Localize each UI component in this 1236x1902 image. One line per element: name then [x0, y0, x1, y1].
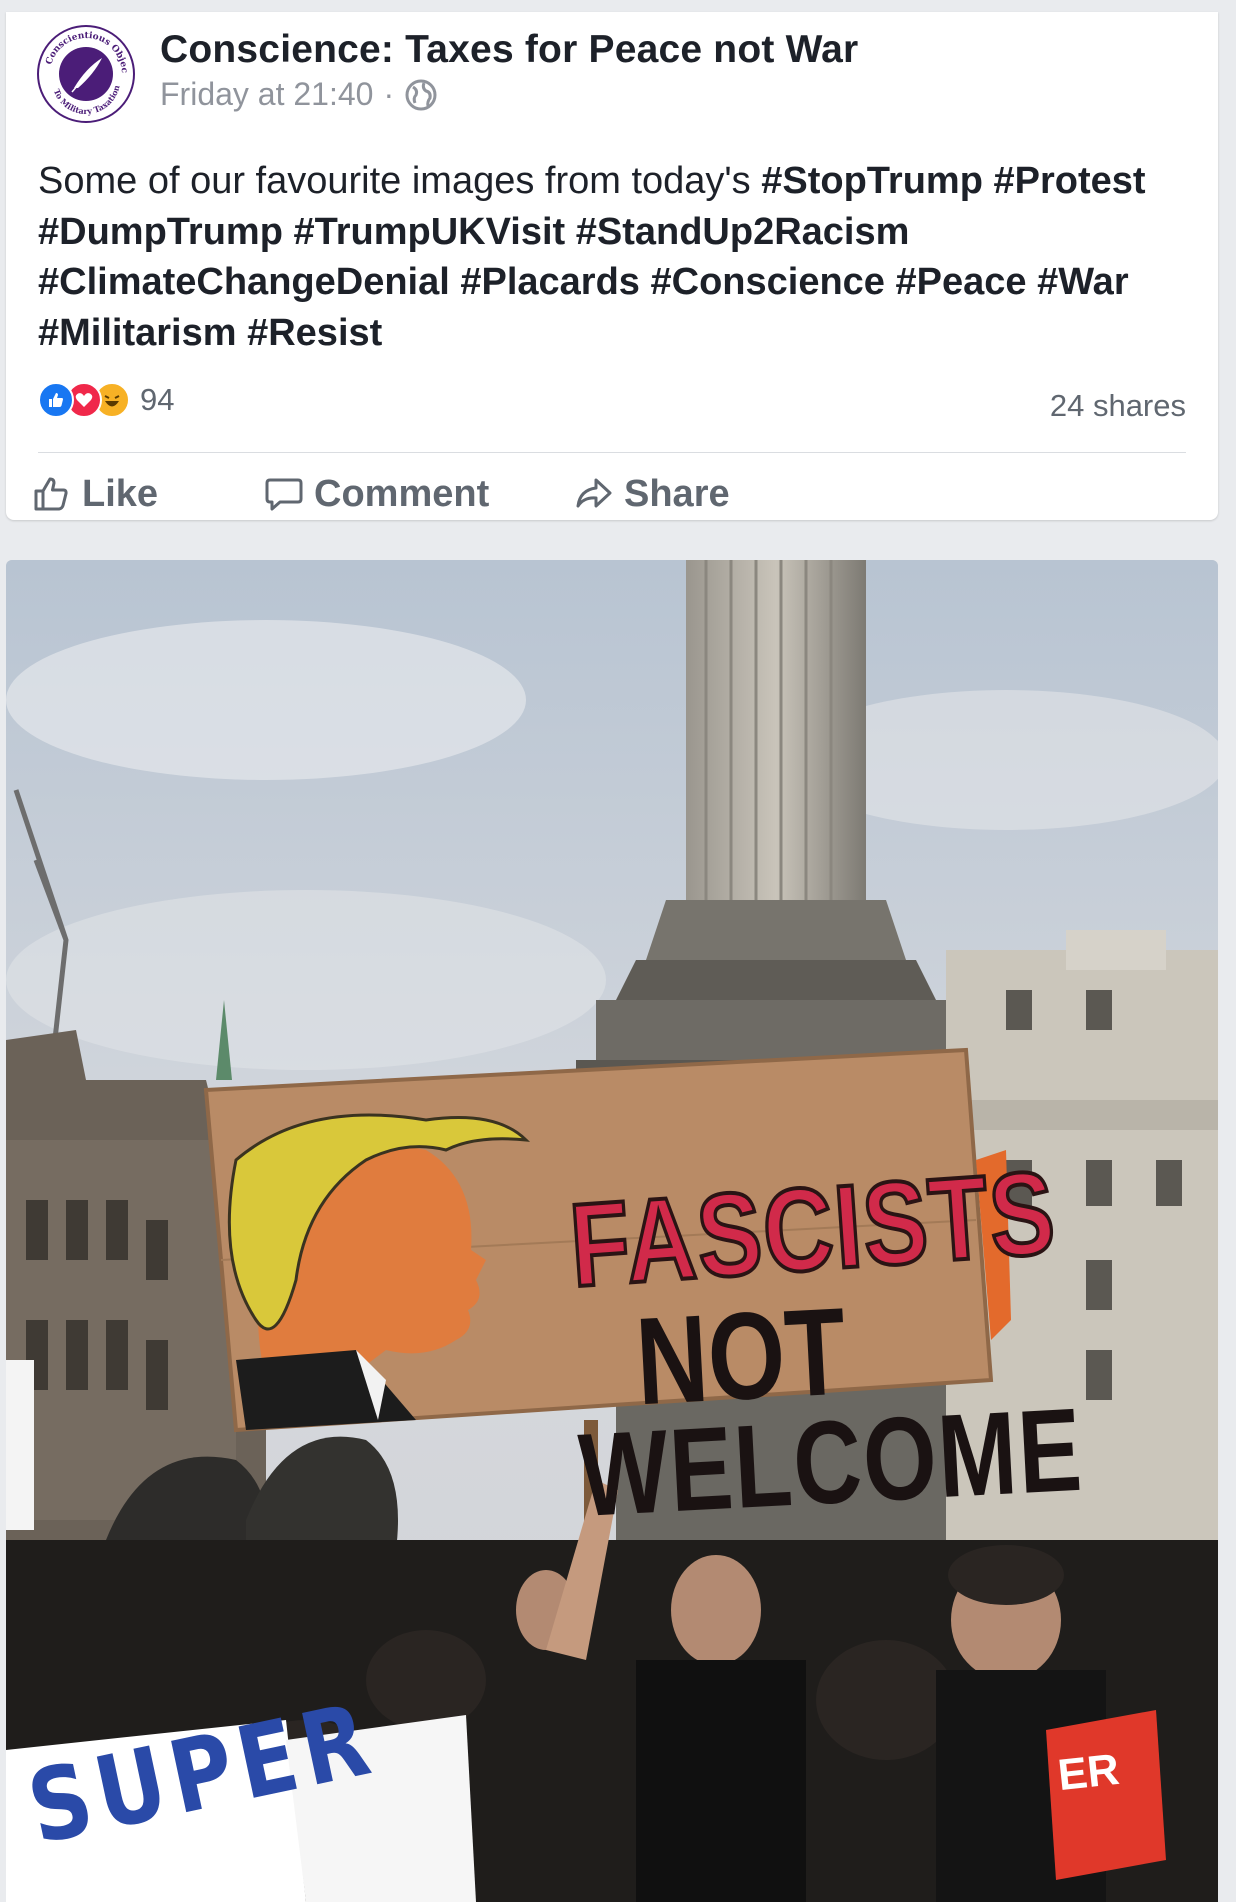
post-timestamp[interactable]: Friday at 21:40	[160, 76, 373, 113]
banner-text: ER	[1055, 1744, 1122, 1801]
share-arrow-icon	[576, 478, 612, 508]
comment-label: Comment	[314, 472, 490, 515]
hashtag-link[interactable]: #StandUp2Racism	[576, 211, 910, 253]
post-message: Some of our favourite images from today'…	[38, 156, 1198, 358]
news-feed: Conscientious Objector To Military Taxat…	[0, 0, 1236, 1902]
hashtag-link[interactable]: #Placards	[460, 261, 640, 303]
post-photo[interactable]: FASCISTS NOT WELCOME SUPER ER	[6, 560, 1218, 1902]
hashtag-link[interactable]: #StopTrump	[761, 160, 983, 202]
like-icon	[38, 382, 74, 418]
hashtag-link[interactable]: #Protest	[994, 160, 1146, 202]
hashtag-link[interactable]: #TrumpUKVisit	[293, 211, 565, 253]
hashtag-link[interactable]: #Conscience	[651, 261, 885, 303]
shares-count[interactable]: 24 shares	[1050, 388, 1186, 424]
share-button[interactable]: Share	[574, 473, 730, 516]
hashtag-link[interactable]: #ClimateChangeDenial	[38, 261, 450, 303]
page-name-link[interactable]: Conscience: Taxes for Peace not War	[160, 28, 858, 72]
thumbs-up-icon	[34, 477, 68, 511]
sign-text-welcome: WELCOME	[575, 1383, 1087, 1542]
like-label: Like	[82, 472, 159, 515]
sign-text-fascists: FASCISTS	[564, 1145, 1062, 1314]
hashtag-link[interactable]: #Resist	[247, 312, 382, 354]
actions-divider	[38, 452, 1186, 453]
like-button[interactable]: Like	[32, 473, 232, 516]
hashtag-link[interactable]: #Peace	[896, 261, 1027, 303]
post-card: Conscientious Objector To Military Taxat…	[6, 12, 1218, 520]
hashtag-link[interactable]: #War	[1037, 261, 1129, 303]
page-logo: Conscientious Objector To Military Taxat…	[33, 17, 135, 123]
globe-icon[interactable]	[404, 78, 438, 112]
post-text-prefix: Some of our favourite images from today'…	[38, 160, 762, 202]
hashtag-link[interactable]: #DumpTrump	[38, 211, 283, 253]
page-avatar[interactable]: Conscientious Objector To Military Taxat…	[33, 17, 136, 124]
comment-button[interactable]: Comment	[264, 473, 574, 516]
reaction-count[interactable]: 94	[140, 382, 174, 418]
reactions-summary[interactable]: 94	[38, 382, 174, 418]
hashtag-link[interactable]: #Militarism	[38, 312, 237, 354]
meta-separator: ·	[383, 76, 395, 112]
post-actions: Like Comment Share	[32, 468, 730, 520]
comment-icon	[265, 478, 303, 511]
share-label: Share	[624, 472, 730, 515]
post-meta: Friday at 21:40 ·	[160, 76, 438, 113]
